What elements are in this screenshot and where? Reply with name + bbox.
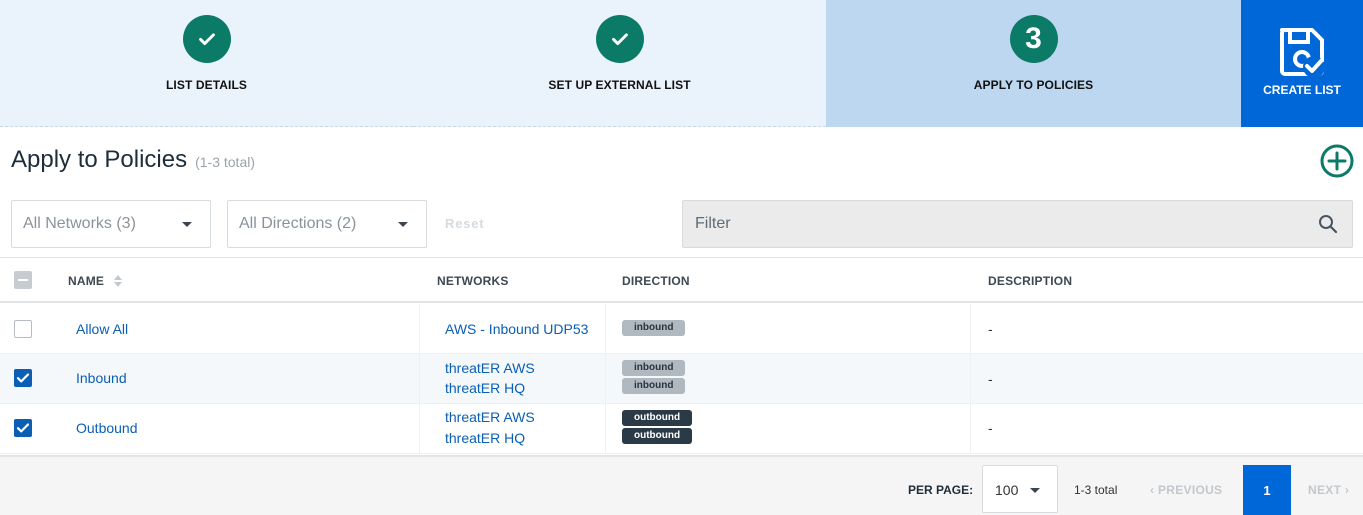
directions-select[interactable]: All Directions (2) — [227, 200, 427, 248]
total-count: 1-3 total — [1074, 483, 1118, 497]
policy-description: - — [988, 420, 993, 436]
table-row: Outbound threatER AWS threatER HQ outbou… — [0, 404, 1363, 454]
step-apply-to-policies[interactable]: 3 APPLY TO POLICIES — [826, 0, 1241, 127]
directions-select-value: All Directions (2) — [239, 215, 357, 232]
chevron-down-icon — [182, 222, 192, 227]
next-label: NEXT — [1308, 483, 1342, 497]
network-link[interactable]: threatER AWS — [445, 409, 535, 425]
plus-circle-icon[interactable] — [1320, 144, 1354, 178]
column-header-description: DESCRIPTION — [988, 274, 1073, 288]
chevron-right-icon: › — [1341, 483, 1350, 497]
direction-badge: outbound — [622, 410, 693, 426]
row-checkbox[interactable] — [14, 369, 32, 387]
row-checkbox[interactable] — [14, 419, 32, 437]
step-complete-check-icon — [595, 15, 644, 63]
next-page-button[interactable]: NEXT › — [1308, 483, 1349, 497]
save-check-icon — [1280, 28, 1325, 77]
policy-name-link[interactable]: Allow All — [76, 321, 128, 337]
step-list-details[interactable]: LIST DETAILS — [0, 0, 413, 127]
table-row: Inbound threatER AWS threatER HQ inbound… — [0, 354, 1363, 404]
chevron-down-icon — [1030, 488, 1040, 493]
network-link[interactable]: threatER HQ — [445, 380, 525, 396]
column-header-direction: DIRECTION — [622, 274, 690, 288]
policy-name-link[interactable]: Outbound — [76, 420, 138, 436]
step-label: APPLY TO POLICIES — [973, 78, 1094, 92]
direction-badge: inbound — [622, 378, 686, 394]
row-checkbox[interactable] — [14, 320, 32, 338]
policy-description: - — [988, 371, 993, 387]
chevron-left-icon: ‹ — [1150, 483, 1158, 497]
reset-button[interactable]: Reset — [445, 216, 484, 231]
networks-select-value: All Networks (3) — [23, 215, 136, 232]
filter-box — [682, 200, 1353, 248]
previous-page-button[interactable]: ‹ PREVIOUS — [1150, 483, 1222, 497]
direction-badge: inbound — [622, 320, 686, 336]
create-list-button[interactable]: CREATE LIST — [1241, 0, 1363, 127]
page-button-current[interactable]: 1 — [1243, 465, 1291, 515]
sort-icon[interactable] — [113, 274, 122, 287]
column-header-label: NAME — [68, 274, 105, 288]
chevron-down-icon — [398, 222, 408, 227]
column-header-networks: NETWORKS — [437, 274, 509, 288]
direction-badge: outbound — [622, 428, 693, 444]
filter-input[interactable] — [683, 201, 1303, 247]
step-label: LIST DETAILS — [166, 78, 247, 92]
networks-select[interactable]: All Networks (3) — [11, 200, 211, 248]
wizard-stepper: LIST DETAILS SET UP EXTERNAL LIST 3 APPL… — [0, 0, 1363, 127]
checkmark-icon — [16, 423, 30, 433]
table-header: NAME NETWORKS DIRECTION DESCRIPTION — [0, 257, 1363, 303]
direction-badge: inbound — [622, 360, 686, 376]
network-link[interactable]: AWS - Inbound UDP53 — [445, 321, 588, 337]
create-list-label: CREATE LIST — [1263, 83, 1341, 97]
checkmark-icon — [16, 373, 30, 383]
policy-description: - — [988, 321, 993, 337]
pagination-bar: PER PAGE: 100 1-3 total ‹ PREVIOUS 1 NEX… — [0, 455, 1363, 515]
page-title: Apply to Policies — [11, 146, 188, 173]
step-complete-check-icon — [182, 15, 231, 63]
policy-name-link[interactable]: Inbound — [76, 370, 127, 386]
column-header-name[interactable]: NAME — [68, 274, 122, 288]
per-page-label: PER PAGE: — [908, 483, 974, 497]
network-link[interactable]: threatER AWS — [445, 360, 535, 376]
per-page-value: 100 — [995, 482, 1019, 498]
table-row: Allow All AWS - Inbound UDP53 inbound - — [0, 304, 1363, 354]
per-page-select[interactable]: 100 — [982, 465, 1058, 513]
select-all-checkbox[interactable] — [14, 271, 32, 289]
page-heading: Apply to Policies (1-3 total) — [11, 146, 255, 174]
step-number: 3 — [1009, 15, 1058, 63]
previous-label: PREVIOUS — [1157, 483, 1223, 497]
step-label: SET UP EXTERNAL LIST — [548, 78, 691, 92]
page-subtitle: (1-3 total) — [195, 154, 256, 170]
step-set-up-external-list[interactable]: SET UP EXTERNAL LIST — [413, 0, 826, 127]
network-link[interactable]: threatER HQ — [445, 430, 525, 446]
search-icon[interactable] — [1318, 214, 1338, 234]
